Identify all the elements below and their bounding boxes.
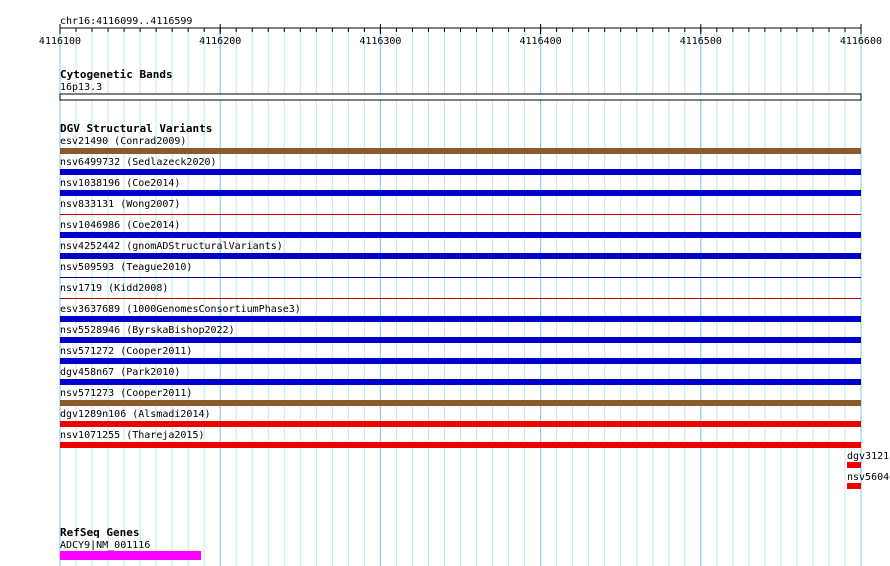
cytoband-label: 16p13.3 — [60, 82, 102, 93]
variant-label: nsv6499732 (Sedlazeck2020) — [60, 157, 217, 168]
refseq-genes-track[interactable]: RefSeq Genes ADCY9|NM_001116 — [60, 526, 201, 560]
variant-label: dgv3121n — [847, 451, 890, 462]
variant-bar[interactable] — [847, 462, 861, 468]
variant-bar[interactable] — [60, 421, 861, 427]
variant-label: nsv571272 (Cooper2011) — [60, 346, 192, 357]
variant-label: nsv4252442 (gnomADStructuralVariants) — [60, 241, 283, 252]
variant-bar[interactable] — [60, 277, 861, 278]
variant-label: nsv1071255 (Thareja2015) — [60, 430, 205, 441]
ruler-tick-label: 4116100 — [39, 36, 81, 47]
variant-label: esv21490 (Conrad2009) — [60, 136, 186, 147]
variant-bar[interactable] — [60, 379, 861, 385]
variant-label: nsv1046986 (Coe2014) — [60, 220, 180, 231]
variant-bar[interactable] — [60, 358, 861, 364]
variant-row-edge[interactable]: dgv3121n — [847, 451, 890, 468]
variant-bar[interactable] — [60, 442, 861, 448]
genome-browser-canvas[interactable]: chr16:4116099..4116599 4116100 4116200 411… — [0, 0, 890, 566]
variant-label: nsv571273 (Cooper2011) — [60, 388, 192, 399]
ruler-tick-label: 4116500 — [680, 36, 722, 47]
variant-bar[interactable] — [60, 214, 861, 215]
variant-label: nsv5528946 (ByrskaBishop2022) — [60, 325, 235, 336]
track-title-dgv: DGV Structural Variants — [60, 122, 212, 135]
track-title-refseq: RefSeq Genes — [60, 526, 139, 539]
ruler-tick-label: 4116300 — [359, 36, 401, 47]
cytoband-bar[interactable] — [59, 93, 862, 101]
genome-browser-view: chr16:4116099..4116599 4116100 4116200 411… — [0, 0, 890, 566]
track-title-cytogenetic-bands: Cytogenetic Bands — [60, 68, 173, 81]
gene-feature-adcy9[interactable] — [60, 551, 201, 560]
variant-label: nsv1719 (Kidd2008) — [60, 283, 168, 294]
variant-bar[interactable] — [60, 316, 861, 322]
ruler-tick-label: 4116400 — [520, 36, 562, 47]
variant-bar[interactable] — [60, 148, 861, 154]
variant-bar[interactable] — [60, 253, 861, 259]
variant-label: nsv509593 (Teague2010) — [60, 262, 192, 273]
dgv-structural-variants-track[interactable]: DGV Structural Variants esv21490 (Conrad… — [60, 122, 890, 489]
variant-bar[interactable] — [60, 337, 861, 343]
variant-bar[interactable] — [60, 298, 861, 299]
variant-label: nsv1038196 (Coe2014) — [60, 178, 180, 189]
variant-label: nsv833131 (Wong2007) — [60, 199, 180, 210]
variant-bar[interactable] — [847, 483, 861, 489]
variant-label: esv3637689 (1000GenomesConsortiumPhase3) — [60, 304, 301, 315]
variant-label: dgv458n67 (Park2010) — [60, 367, 180, 378]
variant-bar[interactable] — [60, 400, 861, 406]
variant-label: nsv56040 — [847, 472, 890, 483]
variant-bar[interactable] — [60, 169, 861, 175]
ruler-tick-label: 4116600 — [840, 36, 882, 47]
variant-bar[interactable] — [60, 190, 861, 196]
ruler-location: chr16:4116099..4116599 — [60, 16, 192, 27]
variant-row-edge[interactable]: nsv56040 — [847, 472, 890, 489]
variant-label: dgv1289n106 (Alsmadi2014) — [60, 409, 211, 420]
gene-label: ADCY9|NM_001116 — [60, 540, 150, 551]
ruler-tick-label: 4116200 — [199, 36, 241, 47]
variant-bar[interactable] — [60, 232, 861, 238]
